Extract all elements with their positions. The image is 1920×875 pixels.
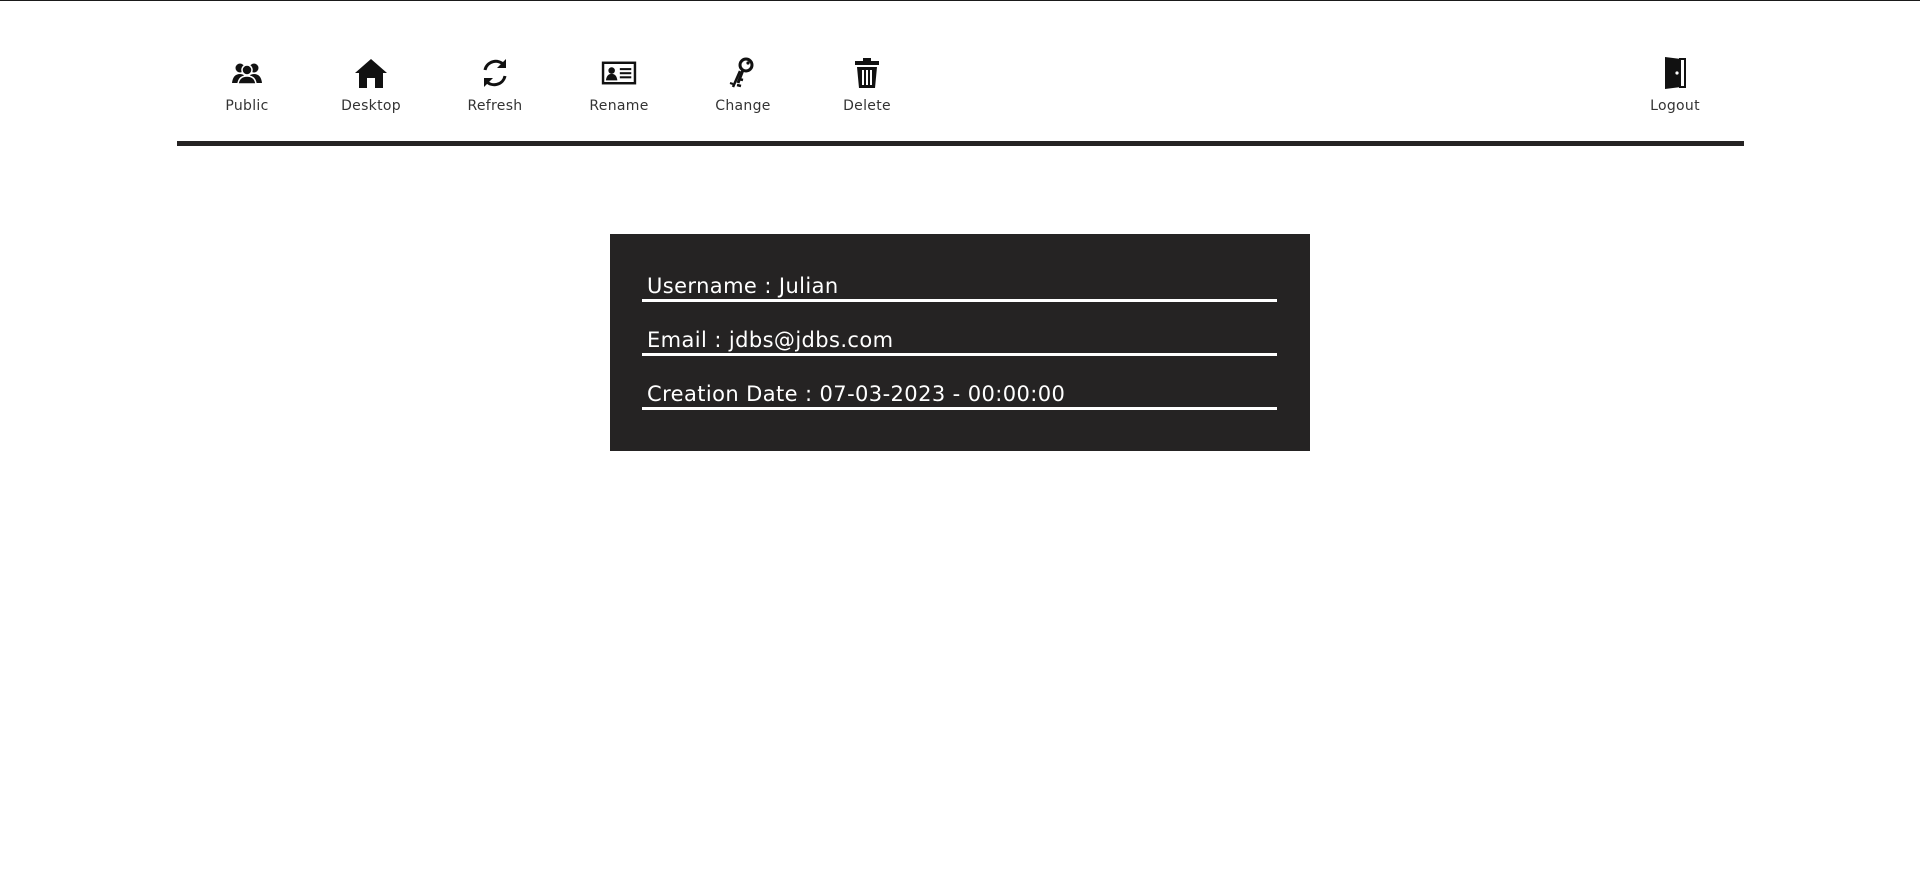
username-text: Username : Julian — [647, 274, 839, 298]
creation-date-text: Creation Date : 07-03-2023 - 00:00:00 — [647, 382, 1066, 406]
rename-label: Rename — [589, 98, 649, 114]
change-label: Change — [715, 98, 771, 114]
email-text: Email : jdbs@jdbs.com — [647, 328, 894, 352]
refresh-button[interactable]: Refresh — [445, 55, 545, 119]
desktop-label: Desktop — [341, 98, 401, 114]
delete-button[interactable]: Delete — [817, 55, 917, 119]
home-icon — [353, 55, 389, 91]
username-field: Username : Julian — [642, 269, 1277, 302]
toolbar: Public Desktop Refresh Rename Change Del… — [177, 0, 1744, 146]
profile-card: Username : Julian Email : jdbs@jdbs.com … — [610, 234, 1310, 451]
logout-label: Logout — [1650, 98, 1700, 114]
keys-icon — [725, 55, 761, 91]
id-card-icon — [601, 55, 637, 91]
change-button[interactable]: Change — [693, 55, 793, 119]
refresh-label: Refresh — [467, 98, 523, 114]
creation-date-field: Creation Date : 07-03-2023 - 00:00:00 — [642, 377, 1277, 410]
refresh-icon — [477, 55, 513, 91]
trash-icon — [849, 55, 885, 91]
door-icon — [1657, 55, 1693, 91]
users-icon — [229, 55, 265, 91]
email-field: Email : jdbs@jdbs.com — [642, 323, 1277, 356]
delete-label: Delete — [843, 98, 891, 114]
public-label: Public — [225, 98, 269, 114]
rename-button[interactable]: Rename — [569, 55, 669, 119]
public-button[interactable]: Public — [197, 55, 297, 119]
logout-button[interactable]: Logout — [1625, 55, 1725, 119]
desktop-button[interactable]: Desktop — [321, 55, 421, 119]
